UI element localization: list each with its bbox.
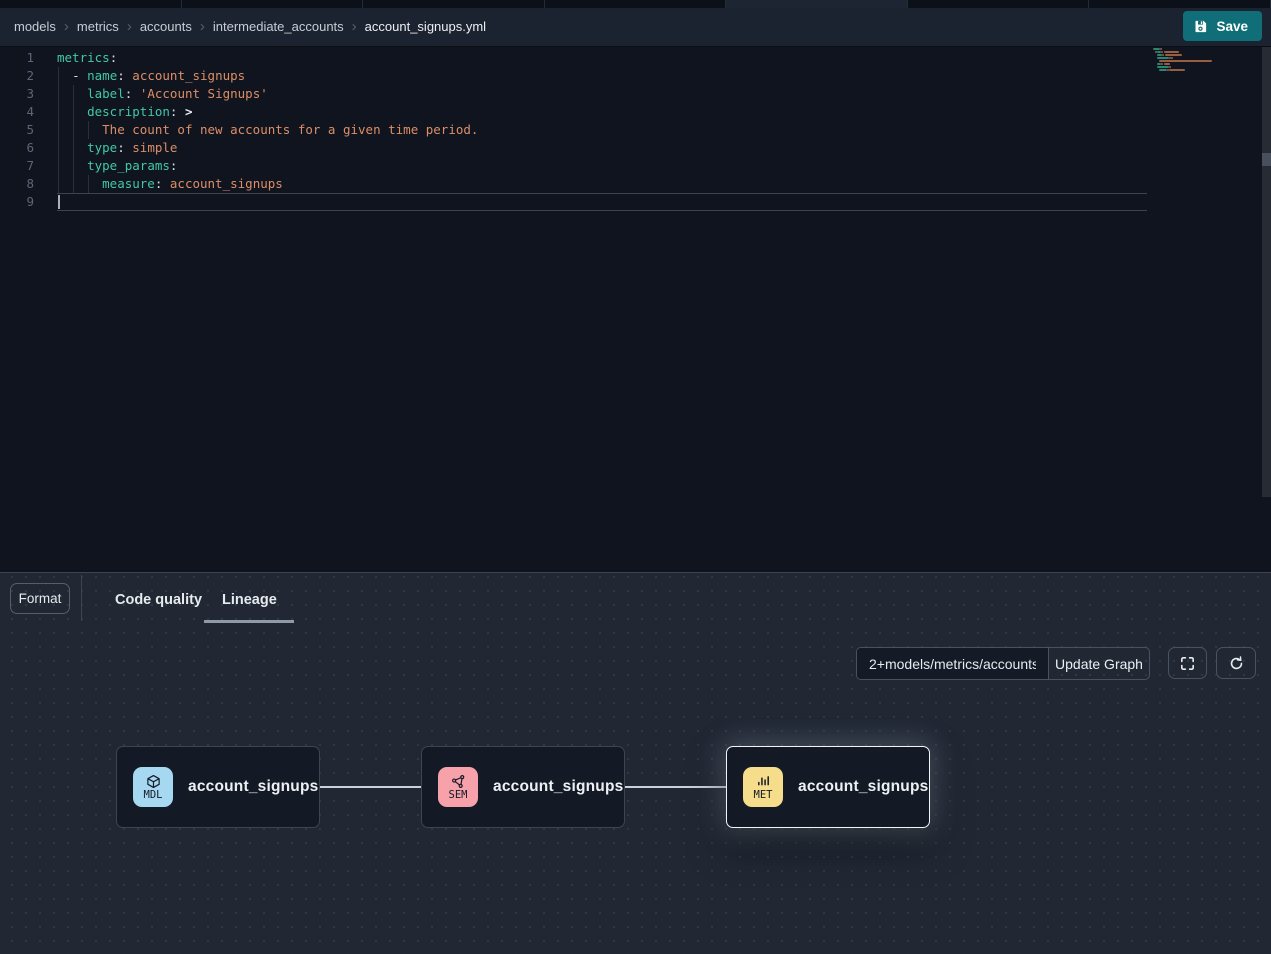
indent-guide — [73, 85, 74, 193]
code-line[interactable]: 5 The count of new accounts for a given … — [0, 121, 1271, 139]
node-label: account_signups — [493, 778, 623, 796]
code-text: type_params: — [57, 157, 177, 175]
code-text: metrics: — [57, 49, 117, 67]
code-line[interactable]: 6 type: simple — [0, 139, 1271, 157]
node-type-badge: MET — [743, 767, 783, 807]
breadcrumb-item[interactable]: account_signups.yml — [365, 19, 486, 34]
fullscreen-button[interactable] — [1168, 647, 1207, 679]
refresh-icon — [1228, 655, 1245, 672]
bottom-panel: Format Code quality Lineage Update Graph — [0, 572, 1271, 954]
refresh-button[interactable] — [1216, 647, 1256, 679]
semantic-graph-icon — [451, 774, 466, 789]
code-text: measure: account_signups — [57, 175, 283, 193]
code-text: - name: account_signups — [57, 67, 245, 85]
chevron-right-icon: › — [127, 18, 132, 35]
chevron-right-icon: › — [200, 18, 205, 35]
top-tab[interactable] — [0, 0, 182, 8]
node-type-label: MDL — [144, 790, 163, 801]
minimap-line — [1153, 72, 1213, 75]
chevron-right-icon: › — [64, 18, 69, 35]
breadcrumb-item[interactable]: accounts — [140, 19, 192, 34]
code-line[interactable]: 8 measure: account_signups — [0, 175, 1271, 193]
indent-guide — [88, 175, 89, 193]
top-tab[interactable] — [182, 0, 364, 8]
top-tab[interactable] — [726, 0, 908, 8]
cube-icon — [146, 774, 161, 789]
node-type-badge: SEM — [438, 767, 478, 807]
lineage-edge — [320, 786, 421, 788]
lineage-node-met[interactable]: MET account_signups — [726, 746, 930, 828]
lineage-selector-group: Update Graph — [856, 647, 1150, 680]
line-number: 7 — [0, 157, 34, 175]
lineage-edge — [625, 786, 726, 788]
bar-chart-icon — [756, 774, 771, 789]
code-line[interactable]: 4 description: > — [0, 103, 1271, 121]
breadcrumb-item[interactable]: metrics — [77, 19, 119, 34]
line-number: 8 — [0, 175, 34, 193]
indent-guide — [88, 121, 89, 139]
code-text: type: simple — [57, 139, 177, 157]
code-text: The count of new accounts for a given ti… — [57, 121, 478, 139]
code-line[interactable]: 1 metrics: — [0, 49, 1271, 67]
code-text: description: > — [57, 103, 193, 121]
panel-header-divider — [81, 575, 82, 621]
fullscreen-icon — [1179, 655, 1196, 672]
minimap[interactable] — [1153, 48, 1213, 75]
format-button[interactable]: Format — [10, 583, 70, 614]
lineage-node-mdl[interactable]: MDL account_signups — [116, 746, 320, 828]
code-text: label: 'Account Signups' — [57, 85, 268, 103]
code-line[interactable]: 3 label: 'Account Signups' — [0, 85, 1271, 103]
node-type-label: MET — [754, 790, 773, 801]
line-number: 2 — [0, 67, 34, 85]
text-cursor — [58, 195, 60, 209]
tab-lineage[interactable]: Lineage — [222, 592, 277, 608]
line-number: 6 — [0, 139, 34, 157]
update-graph-button[interactable]: Update Graph — [1048, 648, 1149, 679]
top-tab[interactable] — [1089, 0, 1271, 8]
code-line[interactable]: 7 type_params: — [0, 157, 1271, 175]
save-button-label: Save — [1216, 19, 1248, 34]
tab-code-quality[interactable]: Code quality — [115, 592, 202, 608]
lineage-selector-input[interactable] — [857, 648, 1048, 679]
line-number: 5 — [0, 121, 34, 139]
line-number: 3 — [0, 85, 34, 103]
node-type-label: SEM — [449, 790, 468, 801]
save-button[interactable]: Save — [1183, 11, 1262, 41]
breadcrumb-item[interactable]: intermediate_accounts — [213, 19, 344, 34]
line-number: 1 — [0, 49, 34, 67]
node-type-badge: MDL — [133, 767, 173, 807]
indent-guide — [58, 67, 59, 193]
current-line-highlight — [57, 193, 1147, 211]
top-tab-strip — [0, 0, 1271, 8]
line-number: 9 — [0, 193, 34, 211]
top-tab[interactable] — [363, 0, 545, 8]
code-editor[interactable]: 1metrics:2 - name: account_signups3 labe… — [0, 47, 1271, 572]
editor-scrollbar[interactable] — [1262, 47, 1271, 497]
node-label: account_signups — [188, 778, 318, 796]
node-label: account_signups — [798, 778, 928, 796]
save-icon — [1193, 19, 1208, 34]
app-window: models › metrics › accounts › intermediate_acc… — [0, 0, 1271, 954]
code-line[interactable]: 2 - name: account_signups — [0, 67, 1271, 85]
line-number: 4 — [0, 103, 34, 121]
top-tab[interactable] — [545, 0, 727, 8]
breadcrumb-item[interactable]: models — [14, 19, 56, 34]
scrollbar-handle[interactable] — [1262, 153, 1271, 166]
breadcrumb: models › metrics › accounts › intermediate_acc… — [0, 8, 1271, 47]
chevron-right-icon: › — [352, 18, 357, 35]
lineage-node-sem[interactable]: SEM account_signups — [421, 746, 625, 828]
top-tab[interactable] — [908, 0, 1090, 8]
